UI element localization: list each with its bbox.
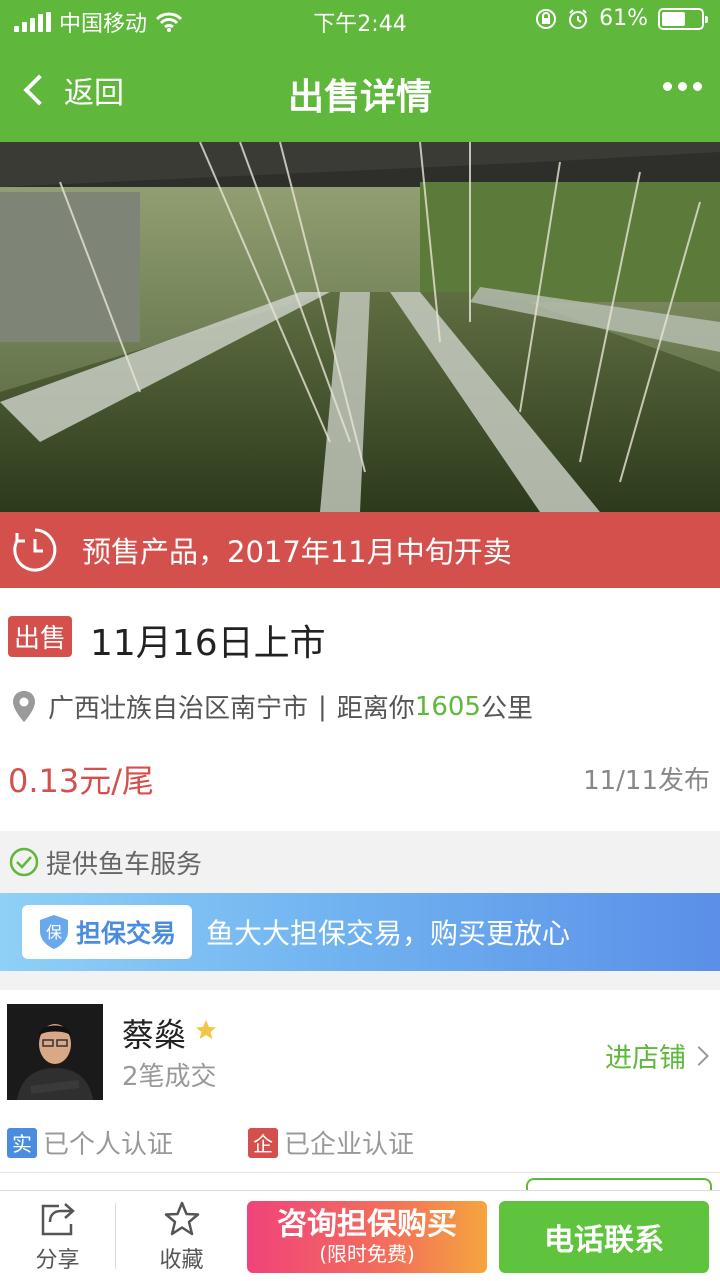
sale-detail-page: 中国移动 下午2:44 61% 返回 出售详情 预售产品，2017年11月中旬开… xyxy=(0,0,720,1281)
avatar[interactable] xyxy=(7,1004,103,1100)
presale-banner: 预售产品，2017年11月中旬开卖 xyxy=(0,512,720,588)
guarantee-banner[interactable]: 保 担保交易 鱼大大担保交易，购买更放心 xyxy=(0,893,720,971)
enter-shop-label: 进店铺 xyxy=(605,1043,686,1074)
status-right: 61% xyxy=(535,6,708,31)
rotation-lock-icon xyxy=(536,8,557,29)
seller-name: 蔡燊 xyxy=(122,1016,187,1054)
nav-bar: 返回 出售详情 xyxy=(0,40,720,142)
distance-prefix: 距离你 xyxy=(336,694,415,724)
alarm-icon xyxy=(569,8,588,29)
more-icon xyxy=(663,82,672,91)
shield-char: 保 xyxy=(46,923,62,942)
company-verify-icon: 企 xyxy=(248,1127,278,1158)
location-row: 广西壮族自治区南宁市 | 距离你 1605 公里 xyxy=(10,688,533,725)
favorite-label: 收藏 xyxy=(159,1247,204,1273)
phone-contact-button[interactable]: 电话联系 xyxy=(499,1201,709,1273)
battery-icon xyxy=(658,7,708,30)
location-text: 广西壮族自治区南宁市 xyxy=(48,694,309,724)
personal-verify-label: 已个人认证 xyxy=(43,1130,174,1160)
personal-verified: 实 已个人认证 xyxy=(7,1124,173,1161)
price: 0.13元/尾 xyxy=(8,762,155,800)
share-label: 分享 xyxy=(35,1247,80,1273)
guarantee-badge-label: 担保交易 xyxy=(75,919,176,948)
check-circle-icon xyxy=(9,847,39,877)
top-bar: 中国移动 下午2:44 61% 返回 出售详情 xyxy=(0,0,720,142)
bottom-divider xyxy=(115,1203,116,1269)
seller-card: 蔡燊 2笔成交 进店铺 实 已个人认证 企 已企业认证 xyxy=(0,990,720,1190)
distance-value: 1605 xyxy=(414,691,481,722)
divider xyxy=(0,1172,720,1173)
share-button[interactable]: 分享 xyxy=(0,1191,115,1281)
battery-level xyxy=(662,11,686,26)
listing-title: 11月16日上市 xyxy=(90,623,326,664)
battery-percent: 61% xyxy=(599,6,648,31)
personal-verify-icon: 实 xyxy=(7,1127,37,1158)
page-title: 出售详情 xyxy=(287,77,432,118)
chevron-right-icon xyxy=(689,1045,709,1066)
consult-main-label: 咨询担保购买 xyxy=(277,1207,457,1242)
status-bar: 中国移动 下午2:44 61% xyxy=(0,0,720,40)
guarantee-badge[interactable]: 保 担保交易 xyxy=(22,905,192,959)
enter-shop-link[interactable]: 进店铺 xyxy=(605,1036,709,1075)
more-button[interactable] xyxy=(663,82,702,91)
star-outline-icon xyxy=(164,1201,199,1235)
shield-icon: 保 xyxy=(39,915,68,949)
seller-photo xyxy=(7,1004,103,1100)
location-pin-icon xyxy=(13,690,35,722)
service-row: 提供鱼车服务 xyxy=(0,831,720,893)
clock-icon xyxy=(13,528,57,572)
publish-date: 11/11发布 xyxy=(583,766,710,796)
distance-unit: 公里 xyxy=(480,694,533,724)
location-separator: | xyxy=(318,691,327,722)
consult-sub-label: (限时免费) xyxy=(319,1242,415,1266)
company-verify-label: 已企业认证 xyxy=(284,1130,415,1160)
consult-guarantee-buy-button[interactable]: 咨询担保购买 (限时免费) xyxy=(247,1201,487,1273)
fish-pond-image xyxy=(0,142,720,512)
favorite-button[interactable]: 收藏 xyxy=(124,1191,239,1281)
listing-info: 出售 11月16日上市 广西壮族自治区南宁市 | 距离你 1605 公里 0.1… xyxy=(0,588,720,831)
product-photo[interactable] xyxy=(0,142,720,512)
sale-tag: 出售 xyxy=(8,616,73,657)
phone-contact-label: 电话联系 xyxy=(544,1223,664,1258)
star-icon xyxy=(196,1020,216,1039)
company-verified: 企 已企业认证 xyxy=(248,1124,414,1161)
bottom-action-bar: 分享 收藏 咨询担保购买 (限时免费) 电话联系 xyxy=(0,1190,720,1281)
deal-count: 2笔成交 xyxy=(122,1062,217,1092)
guarantee-text: 鱼大大担保交易，购买更放心 xyxy=(206,917,571,950)
presale-text: 预售产品，2017年11月中旬开卖 xyxy=(82,535,512,569)
service-text: 提供鱼车服务 xyxy=(46,849,203,880)
share-icon xyxy=(41,1202,75,1235)
